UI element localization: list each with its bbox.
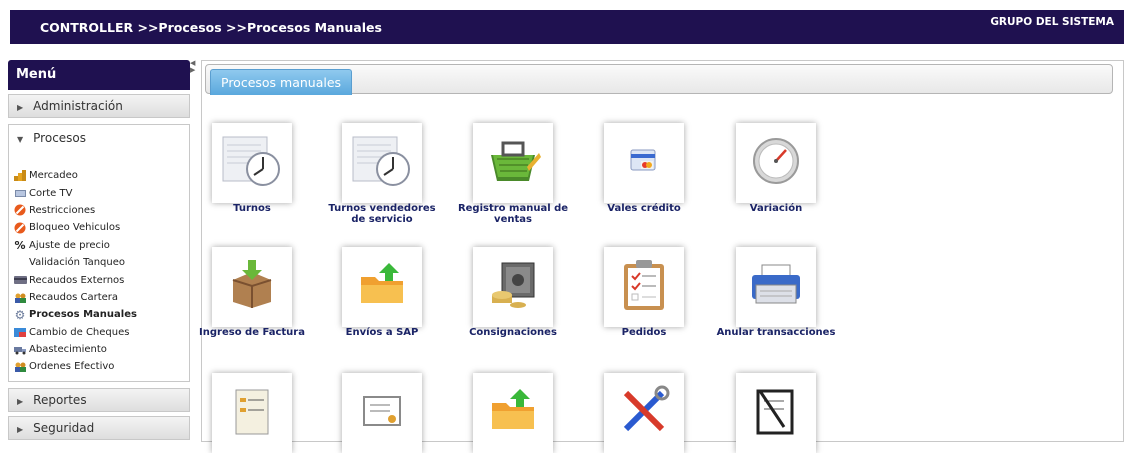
tile-label: Turnos: [233, 203, 271, 214]
basket-icon: [483, 133, 543, 193]
clipboard-checklist-icon: [622, 258, 666, 316]
variacion-tile[interactable]: [736, 123, 816, 203]
menu-section-seguridad[interactable]: ▶ Seguridad: [8, 416, 190, 440]
sidebar-item-label: Bloqueo Vehiculos: [29, 222, 121, 234]
gear-icon: ⚙: [14, 307, 26, 322]
turnos-vendedores-tile[interactable]: [342, 123, 422, 203]
tab-procesos-manuales[interactable]: Procesos manuales: [210, 69, 353, 95]
tile-label: Variación: [749, 203, 803, 214]
menu-section-label: Procesos: [33, 131, 87, 145]
sidebar-item-label: Recaudos Cartera: [29, 291, 119, 303]
tab-bar: Procesos manuales: [205, 64, 1113, 95]
pencil-clipboard-tile[interactable]: [736, 373, 816, 453]
sidebar-item-ajuste-de-precio[interactable]: % Ajuste de precio: [13, 237, 137, 254]
menu-section-reportes[interactable]: ▶ Reportes: [8, 388, 190, 412]
people-icon: [13, 361, 27, 373]
tools-icon: [618, 385, 670, 441]
collapse-sidebar-icon[interactable]: ◀ ▶: [190, 60, 195, 74]
sidebar-item-bloqueo-vehiculos[interactable]: Bloqueo Vehiculos: [13, 219, 137, 236]
sidebar-item-label: Recaudos Externos: [29, 274, 125, 286]
sidebar-item-label: Corte TV: [29, 187, 73, 199]
menu-section-administracion[interactable]: ▶ Administración: [8, 94, 190, 118]
sidebar-item-validacion-tanqueo[interactable]: Validación Tanqueo: [13, 254, 137, 271]
sidebar-item-label: Mercadeo: [29, 170, 78, 182]
chevron-right-icon: ▶: [17, 397, 24, 406]
sidebar-item-label: Ajuste de precio: [29, 239, 110, 251]
sidebar-item-recaudos-cartera[interactable]: Recaudos Cartera: [13, 289, 137, 306]
card-icon: [13, 275, 27, 286]
top-bar: CONTROLLER >>Procesos >>Procesos Manuale…: [10, 10, 1124, 44]
tile-label: Anular transacciones: [716, 327, 836, 338]
truck-icon: [13, 344, 27, 355]
cheque-icon: [13, 327, 27, 338]
bar-chart-icon: [13, 170, 27, 182]
pencil-clipboard-icon: [754, 387, 798, 439]
menu-title: Menú: [8, 60, 190, 90]
chevron-right-icon: ▶: [17, 103, 24, 112]
turnos-tile[interactable]: [212, 123, 292, 203]
sidebar-item-label: Procesos Manuales: [29, 309, 137, 321]
forbidden-icon: [13, 204, 27, 216]
tile-label: Ingreso de Factura: [199, 327, 305, 338]
sidebar-item-abastecimiento[interactable]: Abastecimiento: [13, 341, 137, 358]
tile-label: Turnos vendedores de servicio: [328, 203, 436, 225]
sidebar-item-cambio-de-cheques[interactable]: Cambio de Cheques: [13, 324, 137, 341]
sidebar-item-mercadeo[interactable]: Mercadeo: [13, 167, 137, 184]
system-group-label: GRUPO DEL SISTEMA: [990, 16, 1114, 28]
sidebar-item-label: Ordenes Efectivo: [29, 361, 115, 373]
breadcrumb: CONTROLLER >>Procesos >>Procesos Manuale…: [40, 20, 382, 35]
tile-label: Consignaciones: [469, 327, 557, 338]
document-list-icon: [232, 386, 272, 440]
pedidos-tile[interactable]: [604, 247, 684, 327]
blank-icon: [13, 257, 27, 268]
percent-icon: %: [14, 238, 26, 252]
sidebar-item-label: Abastecimiento: [29, 344, 107, 356]
credit-card-icon: [629, 148, 659, 178]
tv-icon: [13, 188, 27, 199]
sidebar-item-recaudos-externos[interactable]: Recaudos Externos: [13, 271, 137, 288]
tile-label: Pedidos: [621, 327, 667, 338]
certificate-tile[interactable]: [342, 373, 422, 453]
menu-section-label: Reportes: [33, 393, 87, 407]
forbidden-icon: [13, 222, 27, 234]
ingreso-factura-tile[interactable]: [212, 247, 292, 327]
main-panel: Procesos manuales Turnos Turnos vendedor…: [199, 60, 1124, 453]
vales-credito-tile[interactable]: [604, 123, 684, 203]
folder-upload-icon: [488, 389, 538, 437]
printer-icon: [750, 263, 802, 311]
clock-document-icon: [351, 133, 413, 193]
consignaciones-tile[interactable]: [473, 247, 553, 327]
sidebar-item-restricciones[interactable]: Restricciones: [13, 202, 137, 219]
tile-label: Registro manual de ventas: [457, 203, 569, 225]
sidebar-item-label: Validación Tanqueo: [29, 257, 126, 269]
envios-sap-tile[interactable]: [342, 247, 422, 327]
box-download-icon: [227, 260, 277, 314]
people-icon: [13, 292, 27, 303]
chevron-down-icon: ▼: [17, 135, 24, 144]
sidebar-item-label: Cambio de Cheques: [29, 326, 130, 338]
chevron-right-icon: ▶: [17, 425, 24, 434]
gauge-icon: [751, 136, 801, 190]
clock-document-icon: [221, 133, 283, 193]
tile-label: Envíos a SAP: [345, 327, 419, 338]
anular-transacciones-tile[interactable]: [736, 247, 816, 327]
certificate-icon: [360, 391, 404, 435]
menu-section-label: Administración: [33, 99, 123, 113]
sidebar-item-ordenes-efectivo[interactable]: Ordenes Efectivo: [13, 358, 137, 375]
safe-coins-icon: [488, 259, 538, 315]
procesos-menu-list: Mercadeo Corte TV Restricciones Bloqueo …: [13, 167, 137, 376]
sidebar-item-label: Restricciones: [29, 204, 96, 216]
tile-label: Vales crédito: [607, 203, 681, 214]
sidebar-menu: Menú ▶ Administración ▼ Procesos Mercadeo …: [8, 60, 190, 442]
sidebar-item-corte-tv[interactable]: Corte TV: [13, 184, 137, 201]
registro-manual-ventas-tile[interactable]: [473, 123, 553, 203]
document-list-tile[interactable]: [212, 373, 292, 453]
menu-section-header-procesos[interactable]: ▼ Procesos: [9, 125, 189, 151]
tools-tile[interactable]: [604, 373, 684, 453]
folder-upload-icon: [357, 263, 407, 311]
menu-section-procesos: ▼ Procesos Mercadeo Corte TV Restriccione…: [8, 124, 190, 382]
menu-section-label: Seguridad: [33, 421, 95, 435]
sidebar-item-procesos-manuales[interactable]: ⚙ Procesos Manuales: [13, 306, 137, 323]
folder-upload-tile[interactable]: [473, 373, 553, 453]
